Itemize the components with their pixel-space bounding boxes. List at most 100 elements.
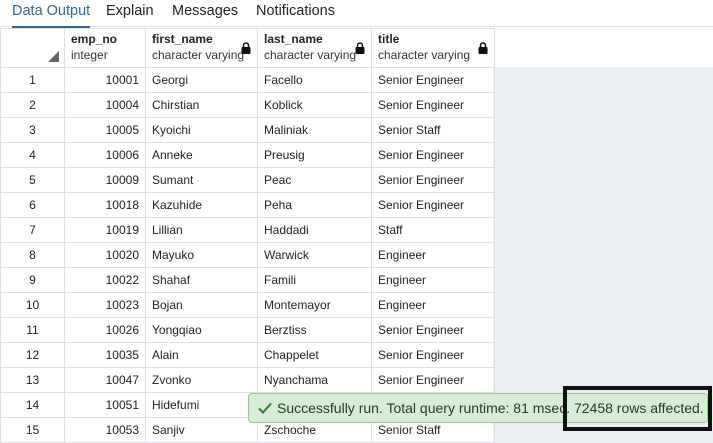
cell-first-name[interactable]: Bojan [145, 292, 258, 318]
cell-first-name[interactable]: Kazuhide [145, 192, 258, 218]
table-row[interactable]: 5 10009 Sumant Peac Senior Engineer [0, 167, 495, 193]
row-number[interactable]: 11 [0, 317, 65, 343]
cell-last-name[interactable]: Warwick [257, 242, 372, 268]
cell-emp-no[interactable]: 10020 [64, 242, 146, 268]
cell-emp-no[interactable]: 10035 [64, 342, 146, 368]
row-number[interactable]: 3 [0, 117, 65, 143]
column-name: emp_no [71, 32, 118, 46]
cell-first-name[interactable]: Sumant [145, 167, 258, 193]
tab-explain[interactable]: Explain [106, 0, 154, 27]
cell-emp-no[interactable]: 10005 [64, 117, 146, 143]
row-number[interactable]: 8 [0, 242, 65, 268]
cell-title[interactable]: Senior Staff [371, 117, 495, 143]
row-number[interactable]: 14 [0, 392, 65, 418]
column-header-title[interactable]: title character varying [371, 28, 495, 68]
column-header-last-name[interactable]: last_name character varying [257, 28, 372, 68]
result-tabs: Data Output Explain Messages Notificatio… [0, 0, 713, 28]
cell-emp-no[interactable]: 10019 [64, 217, 146, 243]
cell-last-name[interactable]: Koblick [257, 92, 372, 118]
cell-title[interactable]: Senior Engineer [371, 192, 495, 218]
row-number[interactable]: 9 [0, 267, 65, 293]
row-number[interactable]: 4 [0, 142, 65, 168]
cell-last-name[interactable]: Facello [257, 67, 372, 93]
table-row[interactable]: 9 10022 Shahaf Famili Engineer [0, 267, 495, 293]
column-header-first-name[interactable]: first_name character varying [145, 28, 258, 68]
table-row[interactable]: 13 10047 Zvonko Nyanchama Senior Engineer [0, 367, 495, 393]
cell-emp-no[interactable]: 10006 [64, 142, 146, 168]
table-row[interactable]: 11 10026 Yongqiao Berztiss Senior Engineer [0, 317, 495, 343]
cell-emp-no[interactable]: 10001 [64, 67, 146, 93]
cell-last-name[interactable]: Berztiss [257, 317, 372, 343]
tab-notifications[interactable]: Notifications [256, 0, 335, 27]
cell-emp-no[interactable]: 10047 [64, 367, 146, 393]
cell-title[interactable]: Senior Engineer [371, 92, 495, 118]
table-row[interactable]: 8 10020 Mayuko Warwick Engineer [0, 242, 495, 268]
cell-title[interactable]: Engineer [371, 292, 495, 318]
cell-title[interactable]: Staff [371, 217, 495, 243]
cell-first-name[interactable]: Sanjiv [145, 417, 258, 443]
cell-last-name[interactable]: Famili [257, 267, 372, 293]
row-number[interactable]: 1 [0, 67, 65, 93]
cell-emp-no[interactable]: 10023 [64, 292, 146, 318]
row-number[interactable]: 6 [0, 192, 65, 218]
row-number[interactable]: 15 [0, 417, 65, 443]
row-number[interactable]: 2 [0, 92, 65, 118]
row-number[interactable]: 7 [0, 217, 65, 243]
cell-first-name[interactable]: Alain [145, 342, 258, 368]
cell-last-name[interactable]: Haddadi [257, 217, 372, 243]
cell-title[interactable]: Senior Engineer [371, 67, 495, 93]
column-header-emp-no[interactable]: emp_no integer [64, 28, 146, 68]
results-table: emp_no integer first_name character vary… [0, 28, 495, 443]
table-row[interactable]: 6 10018 Kazuhide Peha Senior Engineer [0, 192, 495, 218]
cell-emp-no[interactable]: 10053 [64, 417, 146, 443]
cell-last-name[interactable]: Chappelet [257, 342, 372, 368]
table-row[interactable]: 3 10005 Kyoichi Maliniak Senior Staff [0, 117, 495, 143]
cell-last-name[interactable]: Preusig [257, 142, 372, 168]
column-type: character varying [264, 48, 357, 62]
row-number[interactable]: 13 [0, 367, 65, 393]
cell-first-name[interactable]: Zvonko [145, 367, 258, 393]
cell-emp-no[interactable]: 10051 [64, 392, 146, 418]
cell-first-name[interactable]: Chirstian [145, 92, 258, 118]
cell-first-name[interactable]: Georgi [145, 67, 258, 93]
cell-title[interactable]: Engineer [371, 242, 495, 268]
table-row[interactable]: 7 10019 Lillian Haddadi Staff [0, 217, 495, 243]
cell-emp-no[interactable]: 10009 [64, 167, 146, 193]
table-row[interactable]: 4 10006 Anneke Preusig Senior Engineer [0, 142, 495, 168]
select-all-corner[interactable] [0, 28, 65, 68]
row-number[interactable]: 10 [0, 292, 65, 318]
cell-last-name[interactable]: Maliniak [257, 117, 372, 143]
cell-title[interactable]: Senior Engineer [371, 142, 495, 168]
cell-title[interactable]: Senior Engineer [371, 367, 495, 393]
column-type: character varying [378, 48, 471, 62]
cell-last-name[interactable]: Peac [257, 167, 372, 193]
row-number[interactable]: 5 [0, 167, 65, 193]
check-icon [258, 402, 272, 414]
tab-messages[interactable]: Messages [172, 0, 238, 27]
cell-last-name[interactable]: Montemayor [257, 292, 372, 318]
cell-first-name[interactable]: Kyoichi [145, 117, 258, 143]
cell-first-name[interactable]: Anneke [145, 142, 258, 168]
cell-last-name[interactable]: Peha [257, 192, 372, 218]
cell-last-name[interactable]: Nyanchama [257, 367, 372, 393]
cell-emp-no[interactable]: 10004 [64, 92, 146, 118]
cell-title[interactable]: Senior Engineer [371, 167, 495, 193]
table-row[interactable]: 12 10035 Alain Chappelet Senior Engineer [0, 342, 495, 368]
cell-first-name[interactable]: Lillian [145, 217, 258, 243]
tab-data-output[interactable]: Data Output [12, 0, 91, 28]
row-number[interactable]: 12 [0, 342, 65, 368]
column-name: first_name [152, 32, 213, 46]
cell-title[interactable]: Engineer [371, 267, 495, 293]
cell-emp-no[interactable]: 10018 [64, 192, 146, 218]
cell-emp-no[interactable]: 10022 [64, 267, 146, 293]
cell-first-name[interactable]: Mayuko [145, 242, 258, 268]
cell-title[interactable]: Senior Engineer [371, 342, 495, 368]
cell-first-name[interactable]: Shahaf [145, 267, 258, 293]
cell-first-name[interactable]: Hidefumi [145, 392, 258, 418]
cell-first-name[interactable]: Yongqiao [145, 317, 258, 343]
table-row[interactable]: 2 10004 Chirstian Koblick Senior Engineer [0, 92, 495, 118]
table-row[interactable]: 10 10023 Bojan Montemayor Engineer [0, 292, 495, 318]
cell-title[interactable]: Senior Engineer [371, 317, 495, 343]
cell-emp-no[interactable]: 10026 [64, 317, 146, 343]
table-row[interactable]: 1 10001 Georgi Facello Senior Engineer [0, 67, 495, 93]
